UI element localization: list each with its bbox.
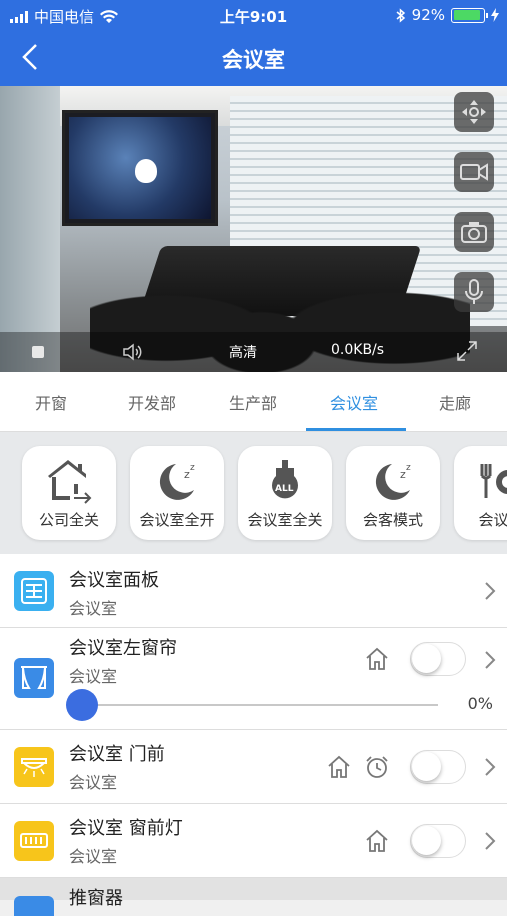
device-row-panel[interactable]: 会议室面板 会议室 xyxy=(0,554,507,628)
device-name: 会议室左窗帘 xyxy=(69,638,177,659)
chevron-right-icon[interactable] xyxy=(483,831,497,851)
scene-label: 会议模 xyxy=(478,511,507,529)
volume-icon[interactable] xyxy=(122,342,144,362)
camera-video[interactable]: 高清 0.0KB/s xyxy=(0,86,507,372)
svg-text:ALL: ALL xyxy=(275,484,294,494)
tab-kaifabu[interactable]: 开发部 xyxy=(102,390,202,414)
device-room: 会议室 xyxy=(69,773,118,792)
move-arrows-icon xyxy=(462,100,486,124)
home-icon[interactable] xyxy=(364,828,390,854)
device-row-curtain[interactable]: 会议室左窗帘 会议室 0% xyxy=(0,628,507,730)
ptz-direction-button[interactable] xyxy=(454,92,494,132)
room-tabs: 开窗 开发部 生产部 会议室 走廊 xyxy=(0,372,507,432)
device-room: 会议室 xyxy=(69,599,118,618)
panel-icon xyxy=(14,571,54,611)
curtain-slider-track[interactable] xyxy=(82,704,438,706)
scene-label: 会议室全开 xyxy=(139,511,215,529)
chevron-right-icon[interactable] xyxy=(483,581,497,601)
battery-icon xyxy=(451,7,488,23)
device-room: 会议室 xyxy=(69,847,118,866)
nav-bar: 会议室 xyxy=(0,30,507,86)
scene-meeting-all-off[interactable]: ALL 会议室全关 xyxy=(238,446,332,540)
quality-label[interactable]: 高清 xyxy=(229,342,257,362)
curtain-slider-knob[interactable] xyxy=(66,689,98,721)
projector-screen xyxy=(62,110,218,226)
scene-strip: 公司全关 zz 会议室全开 ALL 会议室全关 zz 会客模式 会议模 xyxy=(0,432,507,554)
chevron-right-icon[interactable] xyxy=(483,650,497,670)
device-row-door-light[interactable]: 会议室 门前 会议室 xyxy=(0,730,507,804)
video-camera-icon xyxy=(460,163,488,181)
strip-light-icon xyxy=(14,821,54,861)
moon-zz-icon: zz xyxy=(375,463,411,500)
window-light-toggle[interactable] xyxy=(410,824,466,858)
talk-button[interactable] xyxy=(454,272,494,312)
tab-huiyishi[interactable]: 会议室 xyxy=(304,390,404,414)
page-title: 会议室 xyxy=(222,48,285,72)
snapshot-button[interactable] xyxy=(454,212,494,252)
curtain-toggle[interactable] xyxy=(410,642,466,676)
battery-percent: 92% xyxy=(411,6,445,24)
device-room: 会议室 xyxy=(69,667,118,686)
device-name: 会议室 门前 xyxy=(69,744,165,765)
scene-label: 会客模式 xyxy=(362,511,423,529)
tab-kaichuang[interactable]: 开窗 xyxy=(1,390,101,414)
scene-label: 会议室全关 xyxy=(247,511,323,529)
device-row-window-light[interactable]: 会议室 窗前灯 会议室 xyxy=(0,804,507,878)
charging-icon xyxy=(491,8,499,22)
fullscreen-icon[interactable] xyxy=(456,340,478,362)
svg-text:z: z xyxy=(406,463,411,473)
stop-icon[interactable] xyxy=(32,346,44,358)
alarm-clock-icon[interactable] xyxy=(364,754,390,780)
scene-meeting-all-on[interactable]: zz 会议室全开 xyxy=(130,446,224,540)
svg-text:z: z xyxy=(190,463,195,473)
device-name: 会议室面板 xyxy=(69,570,159,591)
home-icon[interactable] xyxy=(364,646,390,672)
record-button[interactable] xyxy=(454,152,494,192)
door-light-toggle[interactable] xyxy=(410,750,466,784)
camera-icon xyxy=(461,222,487,243)
tab-shengchanbu[interactable]: 生产部 xyxy=(203,390,303,414)
scene-reception-mode[interactable]: zz 会客模式 xyxy=(346,446,440,540)
house-exit-icon xyxy=(48,460,92,504)
bitrate-label: 0.0KB/s xyxy=(331,342,385,358)
scene-company-all-off[interactable]: 公司全关 xyxy=(22,446,116,540)
device-name: 推窗器 xyxy=(69,888,123,909)
curtain-percent: 0% xyxy=(467,694,493,713)
tab-indicator xyxy=(306,428,406,431)
moon-zz-icon: zz xyxy=(159,463,195,500)
home-icon[interactable] xyxy=(326,754,352,780)
scene-meeting-mode[interactable]: 会议模 xyxy=(454,446,507,540)
chevron-right-icon[interactable] xyxy=(483,757,497,777)
status-bar: 中国电信 上午9:01 92% xyxy=(0,0,507,30)
curtain-icon xyxy=(14,658,54,698)
scene-label: 公司全关 xyxy=(38,511,99,529)
device-name: 会议室 窗前灯 xyxy=(69,818,183,839)
device-list: 会议室面板 会议室 会议室左窗帘 会议室 0% 会议室 门前 会议室 会议室 窗… xyxy=(0,554,507,900)
video-controls: 高清 0.0KB/s xyxy=(0,332,507,372)
ceiling-light-icon xyxy=(14,747,54,787)
tab-zoulang[interactable]: 走廊 xyxy=(405,390,505,414)
bluetooth-icon xyxy=(396,7,405,23)
microphone-icon xyxy=(465,279,483,304)
dining-icon xyxy=(480,464,507,498)
window-pusher-icon xyxy=(14,896,54,916)
bulb-all-icon: ALL xyxy=(272,460,298,499)
device-row-window-pusher[interactable]: 推窗器 xyxy=(0,878,507,916)
